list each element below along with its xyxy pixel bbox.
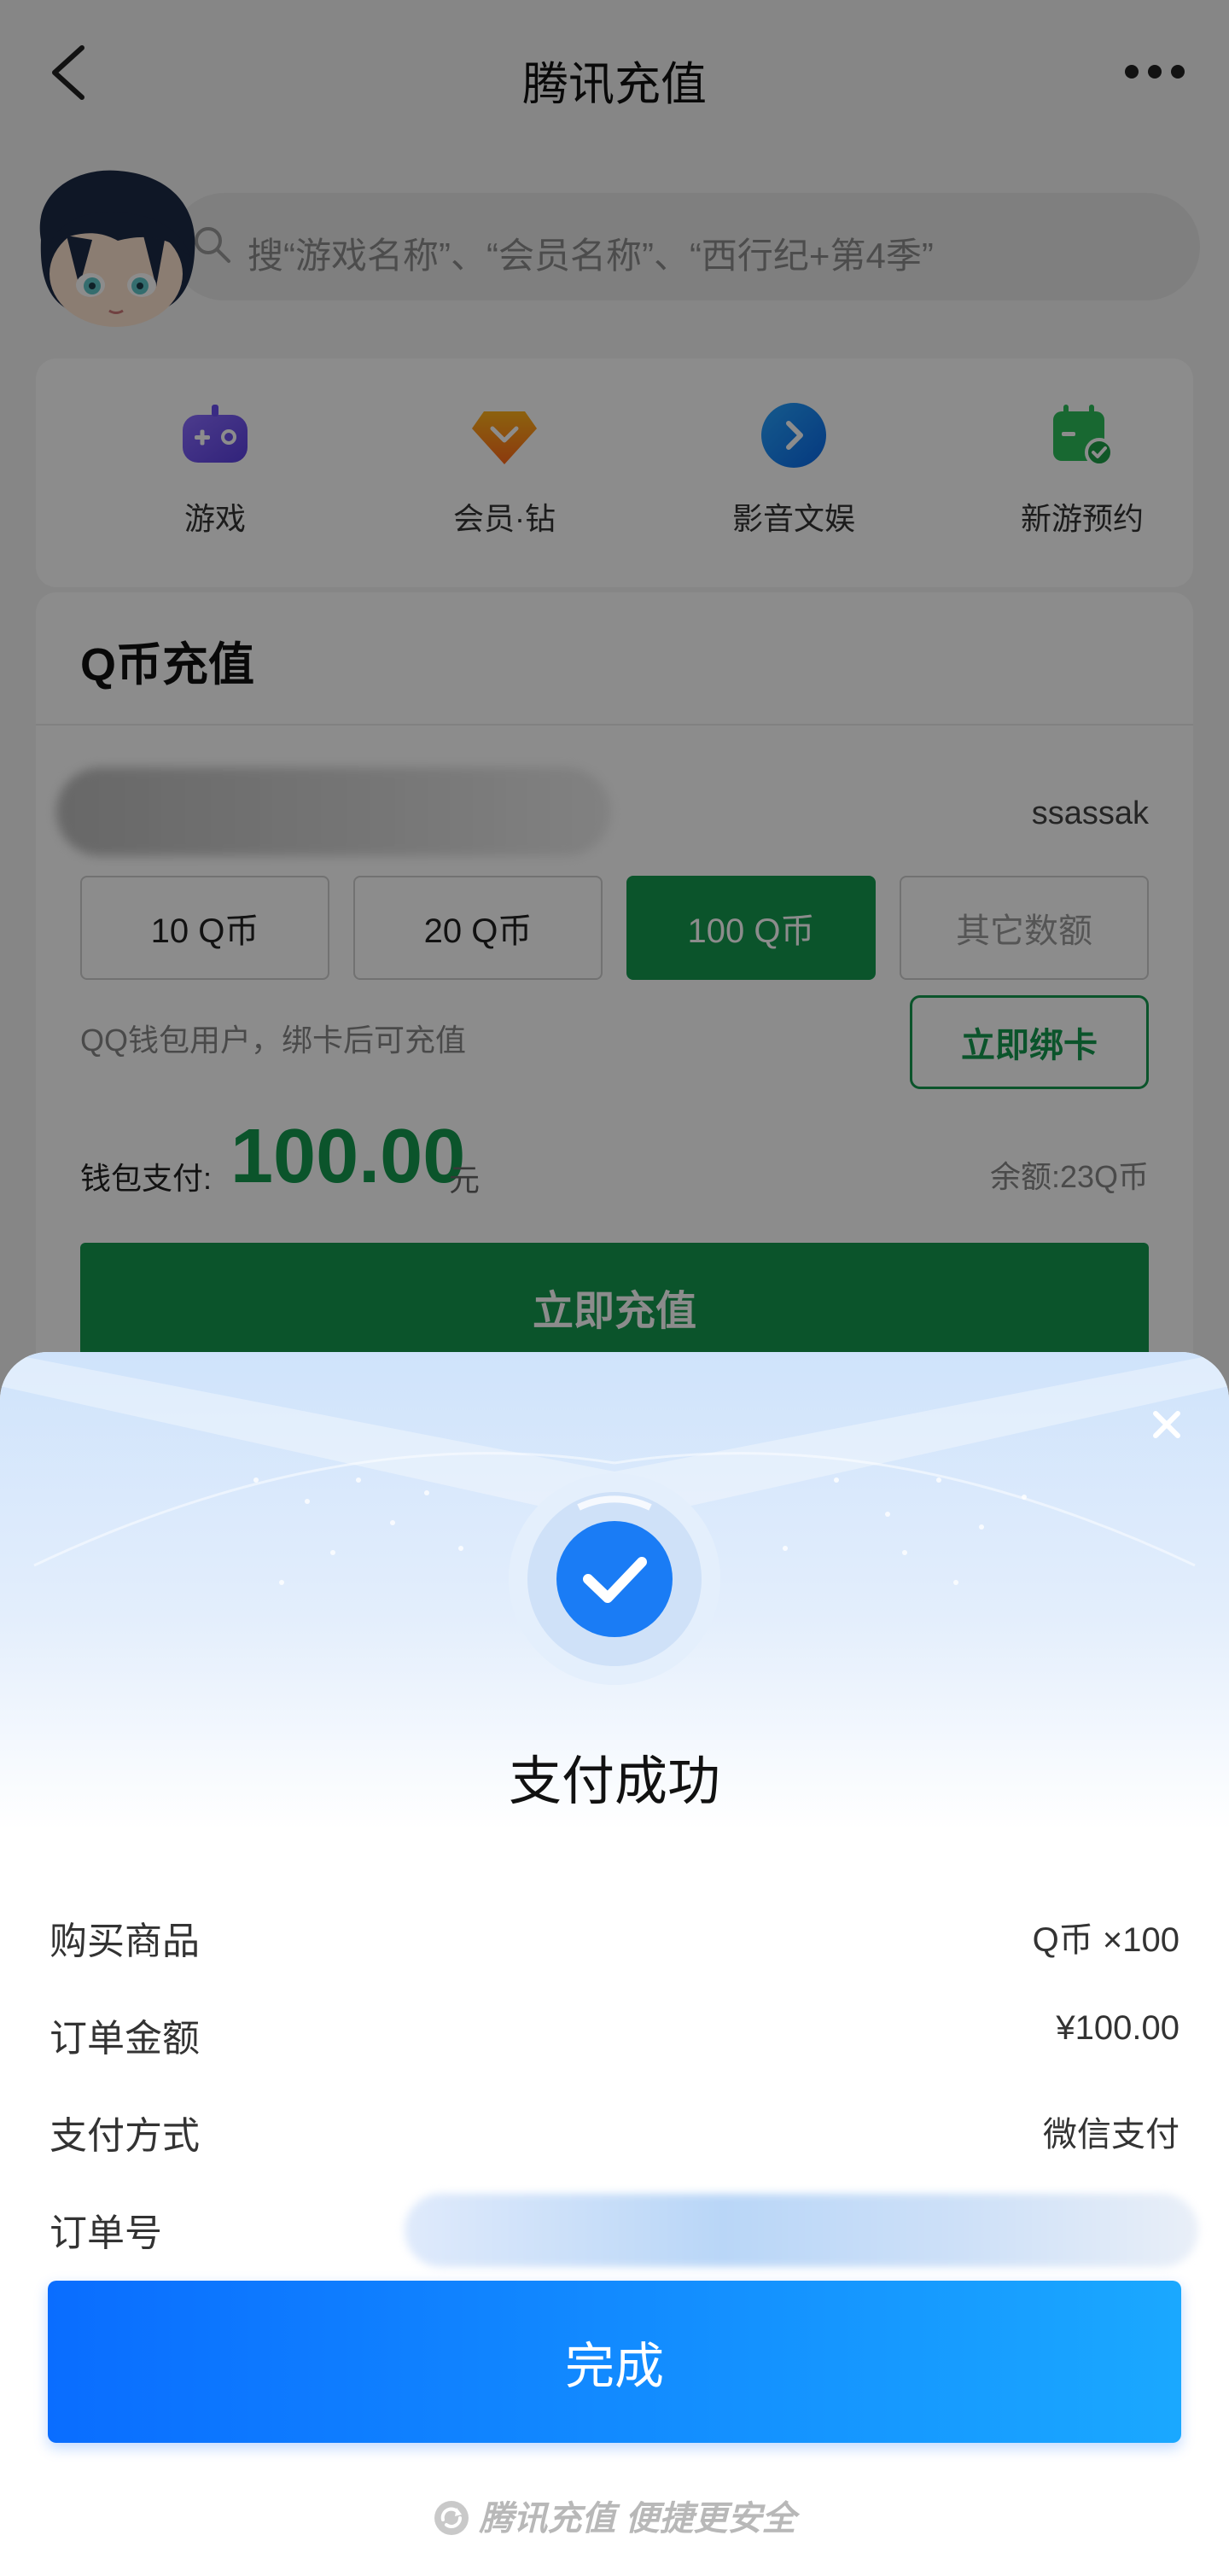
info-row-amount: 订单金额 ¥100.00 [50,1999,1179,2060]
info-row-product: 购买商品 Q币 ×100 [50,1902,1179,1962]
info-key: 支付方式 [50,2115,200,2157]
done-button[interactable]: 完成 [48,2281,1181,2443]
payment-success-sheet: 支付成功 购买商品 Q币 ×100 订单金额 ¥100.00 支付方式 微信支付… [0,1352,1229,2576]
info-key: 订单号 [50,2212,162,2254]
success-check-icon [509,1473,720,1685]
info-value: Q币 ×100 [1032,1921,1179,1959]
info-value: 微信支付 [1043,2116,1179,2153]
tencent-recharge-logo-icon [434,2501,469,2535]
info-row-method: 支付方式 微信支付 [50,2096,1179,2157]
success-title: 支付成功 [508,1752,720,1811]
footer-text: 腾讯充值 便捷更安全 [479,2500,796,2538]
info-value: ¥100.00 [1056,2009,1179,2047]
blurred-order-number [405,2194,1198,2267]
info-key: 订单金额 [50,2018,200,2060]
info-key: 购买商品 [50,1920,200,1962]
info-row-order-id: 订单号 [50,2194,1198,2267]
close-icon[interactable] [1145,1403,1188,1446]
footer-slogan: 腾讯充值 便捷更安全 [0,2491,1229,2540]
